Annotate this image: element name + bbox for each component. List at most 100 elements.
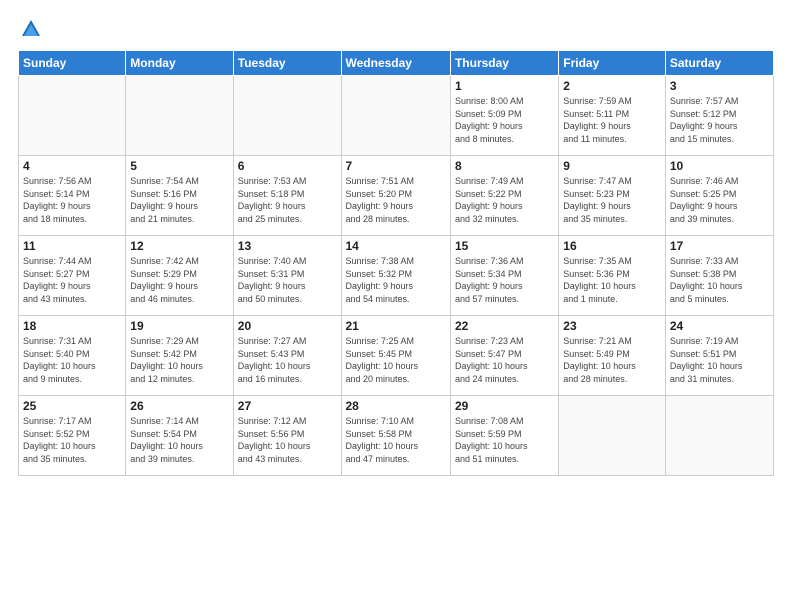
- calendar-cell: 5 Sunrise: 7:54 AMSunset: 5:16 PMDaylight…: [126, 156, 233, 236]
- day-info: Sunrise: 7:54 AMSunset: 5:16 PMDaylight:…: [130, 175, 228, 225]
- calendar-cell: 29 Sunrise: 7:08 AMSunset: 5:59 PMDayligh…: [450, 396, 558, 476]
- calendar-cell: 16 Sunrise: 7:35 AMSunset: 5:36 PMDayligh…: [559, 236, 666, 316]
- day-info: Sunrise: 7:57 AMSunset: 5:12 PMDaylight:…: [670, 95, 769, 145]
- calendar-week-row: 11 Sunrise: 7:44 AMSunset: 5:27 PMDayligh…: [19, 236, 774, 316]
- day-info: Sunrise: 7:46 AMSunset: 5:25 PMDaylight:…: [670, 175, 769, 225]
- calendar-table: SundayMondayTuesdayWednesdayThursdayFrid…: [18, 50, 774, 476]
- header-row: SundayMondayTuesdayWednesdayThursdayFrid…: [19, 51, 774, 76]
- day-number: 1: [455, 79, 554, 93]
- day-info: Sunrise: 7:51 AMSunset: 5:20 PMDaylight:…: [346, 175, 446, 225]
- day-number: 10: [670, 159, 769, 173]
- day-info: Sunrise: 7:56 AMSunset: 5:14 PMDaylight:…: [23, 175, 121, 225]
- day-info: Sunrise: 7:49 AMSunset: 5:22 PMDaylight:…: [455, 175, 554, 225]
- calendar-cell: 26Sunrise: 7:14 AMSunset: 5:54 PMDayligh…: [126, 396, 233, 476]
- day-number: 29: [455, 399, 554, 413]
- calendar-body: 1 Sunrise: 8:00 AMSunset: 5:09 PMDaylight…: [19, 76, 774, 476]
- day-info: Sunrise: 7:25 AMSunset: 5:45 PMDaylight:…: [346, 335, 446, 385]
- day-info: Sunrise: 7:44 AMSunset: 5:27 PMDaylight:…: [23, 255, 121, 305]
- day-info: Sunrise: 7:40 AMSunset: 5:31 PMDaylight:…: [238, 255, 337, 305]
- day-number: 7: [346, 159, 446, 173]
- calendar-cell: 7 Sunrise: 7:51 AMSunset: 5:20 PMDaylight…: [341, 156, 450, 236]
- calendar-cell: 28 Sunrise: 7:10 AMSunset: 5:58 PMDayligh…: [341, 396, 450, 476]
- day-info: Sunrise: 7:31 AMSunset: 5:40 PMDaylight:…: [23, 335, 121, 385]
- calendar-page: SundayMondayTuesdayWednesdayThursdayFrid…: [0, 0, 792, 486]
- calendar-cell: 23Sunrise: 7:21 AMSunset: 5:49 PMDayligh…: [559, 316, 666, 396]
- day-number: 5: [130, 159, 228, 173]
- day-number: 13: [238, 239, 337, 253]
- calendar-cell: 6Sunrise: 7:53 AMSunset: 5:18 PMDaylight…: [233, 156, 341, 236]
- day-header: Monday: [126, 51, 233, 76]
- day-number: 18: [23, 319, 121, 333]
- day-info: Sunrise: 7:19 AMSunset: 5:51 PMDaylight:…: [670, 335, 769, 385]
- header: [18, 18, 774, 40]
- day-number: 28: [346, 399, 446, 413]
- day-info: Sunrise: 7:27 AMSunset: 5:43 PMDaylight:…: [238, 335, 337, 385]
- day-header: Tuesday: [233, 51, 341, 76]
- calendar-cell: 4 Sunrise: 7:56 AMSunset: 5:14 PMDaylight…: [19, 156, 126, 236]
- calendar-cell: [559, 396, 666, 476]
- calendar-cell: 3 Sunrise: 7:57 AMSunset: 5:12 PMDaylight…: [665, 76, 773, 156]
- day-info: Sunrise: 8:00 AMSunset: 5:09 PMDaylight:…: [455, 95, 554, 145]
- calendar-cell: 22 Sunrise: 7:23 AMSunset: 5:47 PMDayligh…: [450, 316, 558, 396]
- day-number: 20: [238, 319, 337, 333]
- day-header: Thursday: [450, 51, 558, 76]
- calendar-cell: [19, 76, 126, 156]
- calendar-cell: [665, 396, 773, 476]
- day-number: 21: [346, 319, 446, 333]
- calendar-cell: 1 Sunrise: 8:00 AMSunset: 5:09 PMDaylight…: [450, 76, 558, 156]
- day-number: 4: [23, 159, 121, 173]
- calendar-week-row: 4 Sunrise: 7:56 AMSunset: 5:14 PMDaylight…: [19, 156, 774, 236]
- calendar-week-row: 18 Sunrise: 7:31 AMSunset: 5:40 PMDayligh…: [19, 316, 774, 396]
- calendar-cell: [341, 76, 450, 156]
- calendar-week-row: 1 Sunrise: 8:00 AMSunset: 5:09 PMDaylight…: [19, 76, 774, 156]
- logo: [18, 18, 42, 40]
- calendar-cell: 27 Sunrise: 7:12 AMSunset: 5:56 PMDayligh…: [233, 396, 341, 476]
- calendar-cell: 2Sunrise: 7:59 AMSunset: 5:11 PMDaylight…: [559, 76, 666, 156]
- day-info: Sunrise: 7:36 AMSunset: 5:34 PMDaylight:…: [455, 255, 554, 305]
- day-info: Sunrise: 7:47 AMSunset: 5:23 PMDaylight:…: [563, 175, 661, 225]
- day-header: Sunday: [19, 51, 126, 76]
- day-info: Sunrise: 7:21 AMSunset: 5:49 PMDaylight:…: [563, 335, 661, 385]
- calendar-cell: 12 Sunrise: 7:42 AMSunset: 5:29 PMDayligh…: [126, 236, 233, 316]
- day-number: 14: [346, 239, 446, 253]
- calendar-cell: [233, 76, 341, 156]
- calendar-cell: 20 Sunrise: 7:27 AMSunset: 5:43 PMDayligh…: [233, 316, 341, 396]
- calendar-week-row: 25 Sunrise: 7:17 AMSunset: 5:52 PMDayligh…: [19, 396, 774, 476]
- day-info: Sunrise: 7:33 AMSunset: 5:38 PMDaylight:…: [670, 255, 769, 305]
- day-info: Sunrise: 7:14 AMSunset: 5:54 PMDaylight:…: [130, 415, 228, 465]
- calendar-cell: 18 Sunrise: 7:31 AMSunset: 5:40 PMDayligh…: [19, 316, 126, 396]
- calendar-cell: 25 Sunrise: 7:17 AMSunset: 5:52 PMDayligh…: [19, 396, 126, 476]
- calendar-cell: [126, 76, 233, 156]
- day-number: 12: [130, 239, 228, 253]
- day-info: Sunrise: 7:10 AMSunset: 5:58 PMDaylight:…: [346, 415, 446, 465]
- logo-icon: [20, 18, 42, 40]
- day-info: Sunrise: 7:23 AMSunset: 5:47 PMDaylight:…: [455, 335, 554, 385]
- day-header: Wednesday: [341, 51, 450, 76]
- day-number: 6: [238, 159, 337, 173]
- calendar-cell: 17 Sunrise: 7:33 AMSunset: 5:38 PMDayligh…: [665, 236, 773, 316]
- calendar-cell: 14 Sunrise: 7:38 AMSunset: 5:32 PMDayligh…: [341, 236, 450, 316]
- day-info: Sunrise: 7:42 AMSunset: 5:29 PMDaylight:…: [130, 255, 228, 305]
- calendar-cell: 10 Sunrise: 7:46 AMSunset: 5:25 PMDayligh…: [665, 156, 773, 236]
- day-number: 2: [563, 79, 661, 93]
- day-info: Sunrise: 7:12 AMSunset: 5:56 PMDaylight:…: [238, 415, 337, 465]
- day-header: Friday: [559, 51, 666, 76]
- day-number: 11: [23, 239, 121, 253]
- calendar-cell: 13 Sunrise: 7:40 AMSunset: 5:31 PMDayligh…: [233, 236, 341, 316]
- day-number: 27: [238, 399, 337, 413]
- day-number: 19: [130, 319, 228, 333]
- day-number: 9: [563, 159, 661, 173]
- day-info: Sunrise: 7:08 AMSunset: 5:59 PMDaylight:…: [455, 415, 554, 465]
- day-number: 22: [455, 319, 554, 333]
- day-info: Sunrise: 7:17 AMSunset: 5:52 PMDaylight:…: [23, 415, 121, 465]
- day-number: 17: [670, 239, 769, 253]
- day-number: 25: [23, 399, 121, 413]
- day-number: 3: [670, 79, 769, 93]
- calendar-cell: 21 Sunrise: 7:25 AMSunset: 5:45 PMDayligh…: [341, 316, 450, 396]
- day-info: Sunrise: 7:35 AMSunset: 5:36 PMDaylight:…: [563, 255, 661, 305]
- day-info: Sunrise: 7:38 AMSunset: 5:32 PMDaylight:…: [346, 255, 446, 305]
- calendar-cell: 11 Sunrise: 7:44 AMSunset: 5:27 PMDayligh…: [19, 236, 126, 316]
- day-number: 16: [563, 239, 661, 253]
- calendar-cell: 19Sunrise: 7:29 AMSunset: 5:42 PMDayligh…: [126, 316, 233, 396]
- day-number: 24: [670, 319, 769, 333]
